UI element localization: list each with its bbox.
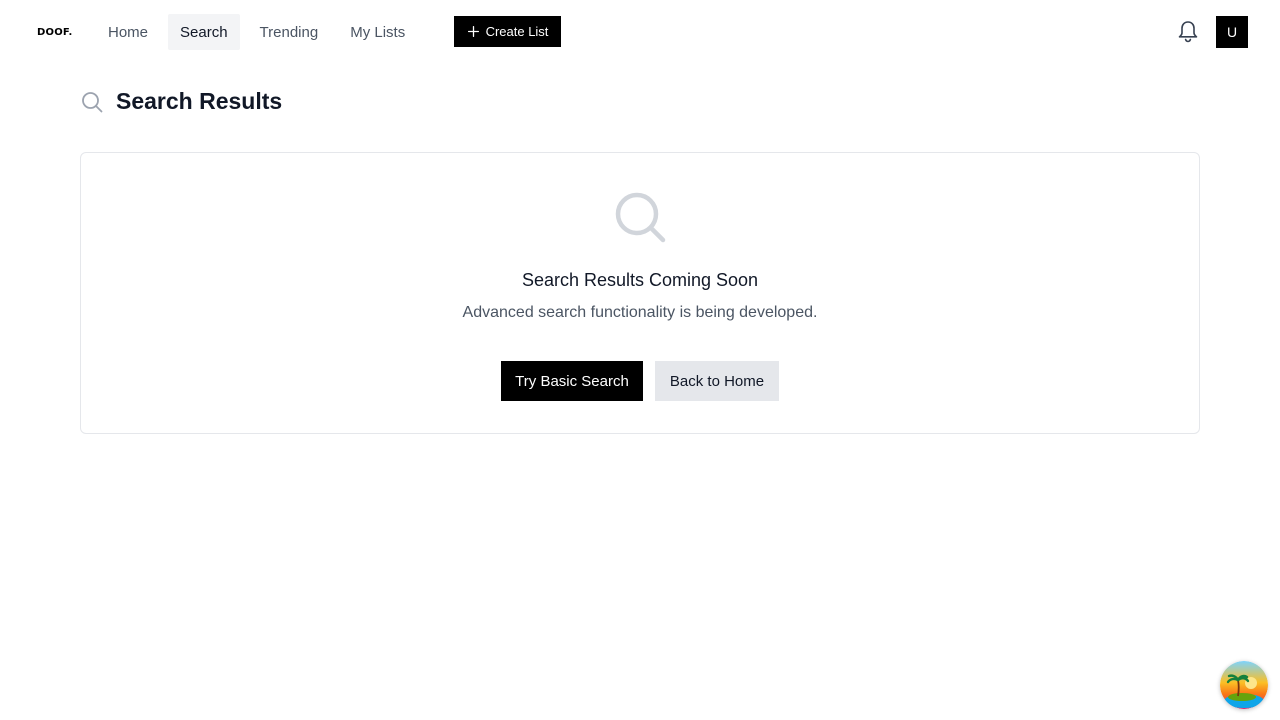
bell-icon [1178,21,1198,43]
plus-icon [467,25,479,38]
empty-state-card: Search Results Coming Soon Advanced sear… [80,152,1200,434]
island-sunset-icon [1220,661,1268,709]
nav-item-my-lists[interactable]: My Lists [338,14,417,50]
brand-logo[interactable]: DOOF. [37,27,72,38]
user-avatar[interactable]: U [1216,16,1248,48]
empty-state-title: Search Results Coming Soon [521,270,759,290]
page-title: Search Results [116,88,283,114]
empty-state-subtitle: Advanced search functionality is being d… [462,304,818,321]
search-icon [615,192,666,243]
nav-item-home[interactable]: Home [96,14,160,50]
try-basic-search-button[interactable]: Try Basic Search [501,361,643,401]
search-icon [82,91,103,112]
page-header: Search Results [80,88,282,115]
create-list-label: Create List [485,24,549,39]
top-navigation-bar: DOOF. Home Search Trending My Lists Crea… [0,0,1280,64]
nav-item-search[interactable]: Search [168,14,240,50]
back-to-home-button[interactable]: Back to Home [655,361,779,401]
main-nav: Home Search Trending My Lists [96,14,421,50]
notifications-button[interactable] [1176,19,1200,45]
assistant-avatar-button[interactable] [1220,661,1268,709]
create-list-button[interactable]: Create List [454,16,561,47]
nav-item-trending[interactable]: Trending [248,14,331,50]
